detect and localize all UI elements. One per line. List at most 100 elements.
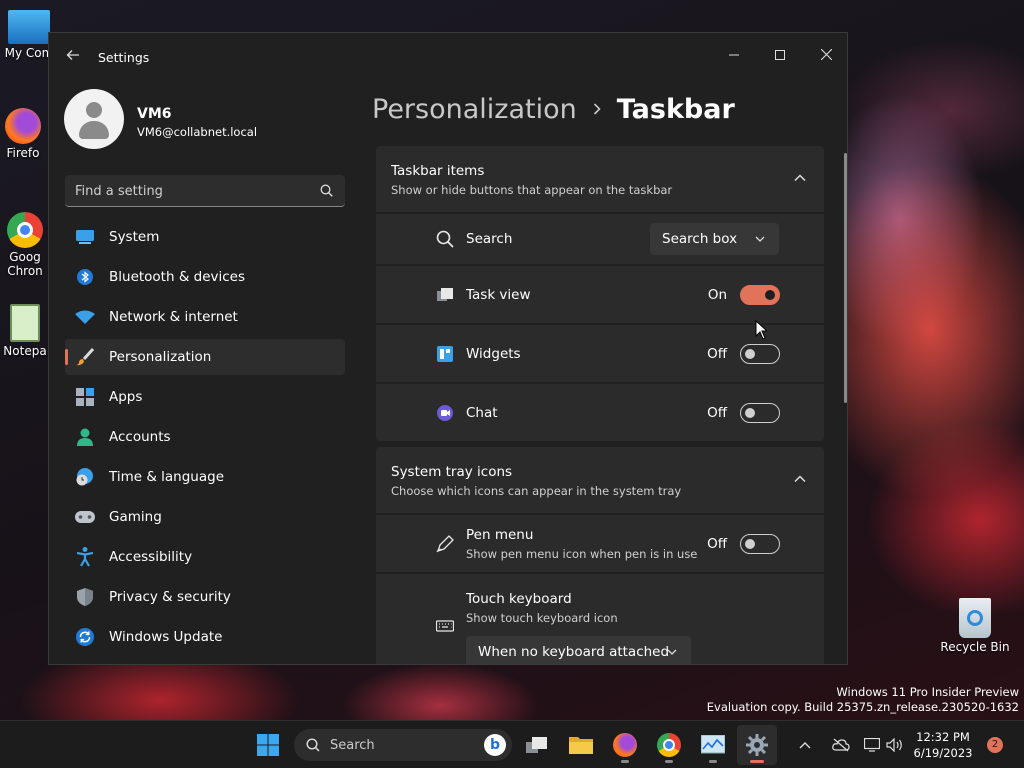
gear-icon [746, 734, 768, 756]
taskbar-search-box[interactable]: Search b [294, 729, 512, 761]
find-setting-search[interactable] [65, 175, 345, 207]
chat-icon [437, 404, 453, 421]
desktop-icon-notepad[interactable]: Notepa [2, 304, 48, 358]
section-subtitle: Choose which icons can appear in the sys… [391, 484, 682, 498]
taskbar-clock[interactable]: 12:32 PM 6/19/2023 [910, 729, 976, 761]
chrome-icon [7, 212, 43, 248]
chat-toggle[interactable] [740, 402, 780, 423]
search-icon [436, 230, 454, 248]
section-title: System tray icons [391, 464, 513, 480]
pen-menu-row: Pen menu Show pen menu icon when pen is … [376, 515, 824, 572]
section-subtitle: Show or hide buttons that appear on the … [391, 183, 673, 197]
content-scrollbar[interactable] [844, 153, 847, 403]
breadcrumb-parent[interactable]: Personalization [372, 94, 577, 125]
row-subtitle: Show touch keyboard icon [466, 611, 618, 625]
task-view-button[interactable] [517, 725, 557, 765]
chevron-right-icon [593, 99, 601, 120]
folder-icon [569, 737, 593, 754]
globe-clock-icon [75, 467, 95, 487]
sidebar-nav: System Bluetooth & devices Network & int… [65, 219, 345, 659]
sidebar-item-accounts[interactable]: Accounts [65, 419, 345, 455]
toggle-state-label: Off [707, 535, 727, 552]
sidebar-item-apps[interactable]: Apps [65, 379, 345, 415]
watermark-line: Evaluation copy. Build 25375.zn_release.… [706, 700, 1019, 714]
windows-logo-icon [257, 734, 279, 756]
clock-time: 12:32 PM [916, 730, 970, 744]
chat-row: Chat Off [376, 384, 824, 441]
file-explorer-button[interactable] [561, 725, 601, 765]
user-name: VM6 [137, 106, 172, 122]
mouse-cursor-icon [755, 320, 767, 340]
widgets-icon [437, 345, 453, 362]
brush-icon [75, 347, 95, 367]
sidebar-item-label: Accessibility [109, 549, 193, 565]
sidebar-item-windows-update[interactable]: Windows Update [65, 619, 345, 655]
maximize-button[interactable] [757, 41, 803, 71]
system-icon [75, 227, 95, 247]
settings-content: Taskbar items Show or hide buttons that … [376, 146, 824, 664]
sidebar-item-gaming[interactable]: Gaming [65, 499, 345, 535]
sidebar-item-label: Personalization [109, 349, 212, 365]
section-title: Taskbar items [391, 163, 485, 179]
notification-badge[interactable]: 2 [987, 737, 1003, 753]
task-view-toggle[interactable] [740, 284, 780, 305]
sidebar-item-system[interactable]: System [65, 219, 345, 255]
sidebar-item-personalization[interactable]: Personalization [65, 339, 345, 375]
chevron-up-icon [794, 475, 806, 483]
start-button[interactable] [248, 725, 288, 765]
chevron-down-icon [667, 649, 677, 655]
back-button[interactable] [63, 47, 83, 67]
widgets-toggle[interactable] [740, 343, 780, 364]
sidebar-item-label: Privacy & security [109, 589, 231, 605]
search-row: Search Search box [376, 214, 824, 264]
desktop-icon-recycle-bin[interactable]: Recycle Bin [940, 598, 1010, 654]
sidebar-item-label: Windows Update [109, 629, 223, 645]
dropdown-value: When no keyboard attached [478, 644, 670, 660]
quick-settings-button[interactable] [858, 725, 910, 765]
desktop-icon-firefox[interactable]: Firefo [0, 108, 46, 160]
settings-taskbar-button[interactable] [737, 725, 777, 765]
resource-monitor-button[interactable] [693, 725, 733, 765]
search-icon [320, 184, 333, 197]
clock-date: 6/19/2023 [913, 746, 973, 760]
search-mode-dropdown[interactable]: Search box [650, 223, 779, 255]
touch-keyboard-dropdown[interactable]: When no keyboard attached [466, 636, 691, 664]
firefox-icon [5, 108, 41, 144]
gamepad-icon [75, 507, 95, 527]
pen-menu-toggle[interactable] [740, 533, 780, 554]
row-label-group: Touch keyboard Show touch keyboard icon [466, 591, 618, 625]
row-label: Touch keyboard [466, 591, 572, 607]
row-label: Pen menu [466, 526, 534, 543]
sidebar-item-accessibility[interactable]: Accessibility [65, 539, 345, 575]
title-bar[interactable]: Settings [49, 33, 847, 81]
close-button[interactable] [803, 41, 847, 71]
avatar[interactable] [64, 89, 124, 149]
sidebar-item-label: Network & internet [109, 309, 238, 325]
sidebar-item-label: Apps [109, 389, 143, 405]
search-input[interactable] [75, 181, 305, 201]
apps-icon [75, 387, 95, 407]
sidebar-item-privacy[interactable]: Privacy & security [65, 579, 345, 615]
sidebar-item-bluetooth[interactable]: Bluetooth & devices [65, 259, 345, 295]
desktop-icon-label: Firefo [6, 146, 40, 160]
show-hidden-icons-button[interactable] [790, 725, 820, 765]
system-tray-header[interactable]: System tray icons Choose which icons can… [376, 447, 824, 513]
chrome-taskbar-button[interactable] [649, 725, 689, 765]
search-icon [306, 738, 320, 752]
desktop-icon-chrome[interactable]: Goog Chron [0, 212, 50, 278]
taskbar-items-header[interactable]: Taskbar items Show or hide buttons that … [376, 146, 824, 212]
wifi-icon [75, 307, 95, 327]
desktop-icon-label: My Com [4, 46, 54, 60]
desktop-icon-label: Recycle Bin [940, 640, 1010, 654]
sidebar-item-label: Gaming [109, 509, 162, 525]
row-label-group: Pen menu Show pen menu icon when pen is … [466, 527, 697, 561]
minimize-button[interactable] [711, 41, 757, 71]
notepad-icon [10, 304, 40, 342]
row-label: Widgets [466, 345, 521, 362]
sidebar-item-network[interactable]: Network & internet [65, 299, 345, 335]
network-tray-button[interactable] [826, 725, 856, 765]
row-label: Search [466, 231, 513, 247]
firefox-taskbar-button[interactable] [605, 725, 645, 765]
cloud-offline-icon [832, 738, 850, 752]
sidebar-item-time-language[interactable]: Time & language [65, 459, 345, 495]
